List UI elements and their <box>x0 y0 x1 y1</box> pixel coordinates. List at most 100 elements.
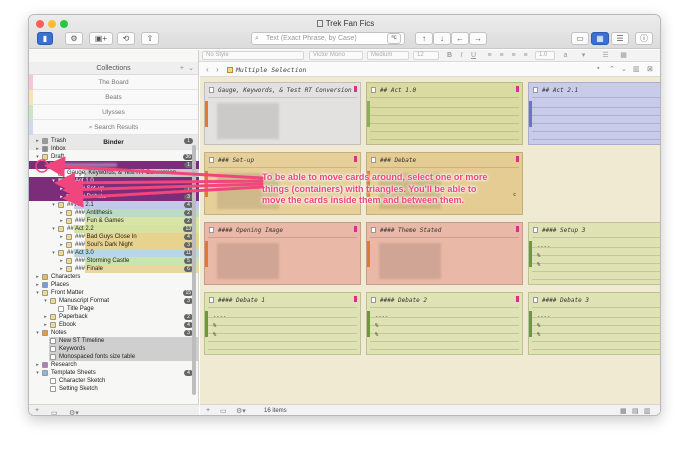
collection-tab[interactable]: Ulysses <box>29 105 198 120</box>
disclosure-open-icon[interactable]: ▾ <box>50 201 57 209</box>
binder-item-template-sheets[interactable]: ▾ Template Sheets 4 <box>29 369 199 377</box>
disclosure-open-icon[interactable]: ▾ <box>42 161 49 169</box>
binder-item-new-st-timeline[interactable]: New ST Timeline <box>29 337 199 345</box>
binder-item-notes[interactable]: ▾ Notes 3 <box>29 329 199 337</box>
binder-item-character-sketch[interactable]: Character Sketch <box>29 377 199 385</box>
add-folder-card-button[interactable]: ▭ <box>220 407 227 415</box>
binder-item-inbox[interactable]: ▸ Inbox <box>29 145 199 153</box>
align-left-button[interactable]: ≡ <box>485 51 494 60</box>
binder-item-antithesis[interactable]: ▸ ### Antithesis 2 <box>29 209 199 217</box>
index-card[interactable]: ## Act 2.1 <box>528 82 660 145</box>
binder-item-draft[interactable]: ▾ Draft 36 <box>29 153 199 161</box>
index-card[interactable]: #### Debate 3 ---- % % <box>528 292 660 355</box>
binder-item-trash[interactable]: ▸ Trash 1 <box>29 137 199 145</box>
binder-item-storming-castle[interactable]: ▸ ### Storming Castle 5 <box>29 257 199 265</box>
disclosure-closed-icon[interactable]: ▸ <box>34 361 41 369</box>
disclosure-open-icon[interactable]: ▾ <box>34 289 41 297</box>
add-collection-button[interactable]: + <box>180 62 184 75</box>
binder-item-characters[interactable]: ▸ Characters <box>29 273 199 281</box>
disclosure-closed-icon[interactable]: ▸ <box>58 217 65 225</box>
style-select[interactable]: No Style <box>202 51 304 60</box>
collection-tab[interactable]: The Board <box>29 75 198 90</box>
settings-button[interactable]: ⚙ <box>65 32 83 45</box>
binder-item-ebook[interactable]: ▸ Ebook 4 <box>29 321 199 329</box>
binder-item-front-matter[interactable]: ▾ Front Matter 15 <box>29 289 199 297</box>
outline-view-button[interactable]: ☰ <box>611 32 629 45</box>
disclosure-closed-icon[interactable]: ▸ <box>58 185 65 193</box>
binder-item-container[interactable]: ▾ 1 <box>29 161 199 169</box>
index-card[interactable]: #### Setup 3 ---- % % <box>528 222 660 285</box>
list-button[interactable]: ☰ <box>601 51 610 60</box>
disclosure-open-icon[interactable]: ▾ <box>50 225 57 233</box>
disclosure-open-icon[interactable]: ▾ <box>34 329 41 337</box>
corkboard-view-button[interactable]: ▦ <box>591 32 609 45</box>
next-item-button[interactable]: ⌄ <box>621 65 627 73</box>
index-card[interactable]: #### Theme Stated <box>366 222 523 285</box>
font-select[interactable]: Victor Mono <box>309 51 363 60</box>
bold-button[interactable]: B <box>445 51 454 60</box>
freeform-mode-button[interactable]: ▤ <box>632 407 639 415</box>
justify-button[interactable]: ≡ <box>521 51 530 60</box>
binder-item-fun-games[interactable]: ▸ ### Fun & Games 2 <box>29 217 199 225</box>
binder-item-set-up[interactable]: ▸ ### Set-up 7 <box>29 185 199 193</box>
align-right-button[interactable]: ≡ <box>509 51 518 60</box>
search-options-button[interactable]: ᵃᴄ <box>387 33 401 44</box>
font-weight-select[interactable]: Medium <box>367 51 409 60</box>
disclosure-closed-icon[interactable]: ▸ <box>34 273 41 281</box>
split-editor-button[interactable]: ▥ <box>633 65 640 73</box>
label-view-button[interactable]: ▥ <box>644 407 651 415</box>
close-editor-button[interactable]: ⊠ <box>647 65 653 73</box>
collection-tab[interactable]: Beats <box>29 90 198 105</box>
binder-item-finale[interactable]: ▸ ### Finale 6 <box>29 265 199 273</box>
move-up-button[interactable]: ↑ <box>415 32 433 45</box>
binder-item-debate[interactable]: ▸ ### Debate 3 <box>29 193 199 201</box>
binder-item-act-2-1[interactable]: ▾ ## Act 2.1 4 <box>29 201 199 209</box>
move-left-button[interactable]: ← <box>451 32 469 45</box>
index-card[interactable]: #### Opening Image <box>204 222 361 285</box>
italic-button[interactable]: I <box>457 51 466 60</box>
collection-tab[interactable]: ⌕ Search Results <box>29 120 198 135</box>
binder-item-act-2-2[interactable]: ▾ ## Act 2.2 13 <box>29 225 199 233</box>
index-card[interactable]: #### Debate 2 ---- % % <box>366 292 523 355</box>
binder-item-title-page[interactable]: Title Page <box>29 305 199 313</box>
share-button[interactable]: ⇧ <box>141 32 159 45</box>
compile-button[interactable]: ⟲ <box>117 32 135 45</box>
binder-toggle-button[interactable]: ▮ <box>37 32 53 45</box>
highlight-button[interactable]: ▾ <box>579 51 588 60</box>
binder-item-research[interactable]: ▸ Research <box>29 361 199 369</box>
scrivenings-view-button[interactable]: ▭ <box>571 32 589 45</box>
forward-button[interactable]: › <box>216 65 219 74</box>
disclosure-closed-icon[interactable]: ▸ <box>42 321 49 329</box>
move-right-button[interactable]: → <box>469 32 487 45</box>
binder-item-act-3-0[interactable]: ▾ ## Act 3.0 11 <box>29 249 199 257</box>
align-center-button[interactable]: ≡ <box>497 51 506 60</box>
binder-item-bad-guys[interactable]: ▸ ### Bad Guys Close In 4 <box>29 233 199 241</box>
disclosure-closed-icon[interactable]: ▸ <box>58 233 65 241</box>
binder-item-keywords[interactable]: Keywords <box>29 345 199 353</box>
corkboard-settings-button[interactable]: ⚙▾ <box>236 407 246 415</box>
index-card[interactable]: ## Act 1.0 <box>366 82 523 145</box>
binder-item-act-1-0[interactable]: ▾ ## Act 1.0 <box>29 177 199 185</box>
binder-item-paperback[interactable]: ▸ Paperback 2 <box>29 313 199 321</box>
binder-item-places[interactable]: ▸ Places <box>29 281 199 289</box>
disclosure-open-icon[interactable]: ▾ <box>50 249 57 257</box>
disclosure-closed-icon[interactable]: ▸ <box>34 137 41 145</box>
move-down-button[interactable]: ↓ <box>433 32 451 45</box>
disclosure-open-icon[interactable]: ▾ <box>42 297 49 305</box>
disclosure-closed-icon[interactable]: ▸ <box>42 313 49 321</box>
bookmark-button[interactable]: ▪ <box>597 65 599 72</box>
text-color-button[interactable]: a <box>561 51 570 60</box>
search-field[interactable]: ⌕ Text (Exact Phrase, by Case) <box>251 32 405 45</box>
add-button[interactable]: ▣+ <box>89 32 113 45</box>
disclosure-closed-icon[interactable]: ▸ <box>34 145 41 153</box>
disclosure-closed-icon[interactable]: ▸ <box>58 209 65 217</box>
add-item-button[interactable]: + <box>35 407 39 414</box>
back-button[interactable]: ‹ <box>206 65 209 74</box>
binder-item-setting-sketch[interactable]: Setting Sketch <box>29 385 199 393</box>
disclosure-closed-icon[interactable]: ▸ <box>58 257 65 265</box>
grid-mode-button[interactable]: ▦ <box>620 407 627 415</box>
disclosure-open-icon[interactable]: ▾ <box>34 153 41 161</box>
inspector-button[interactable]: ⓘ <box>635 32 653 45</box>
disclosure-open-icon[interactable]: ▾ <box>34 369 41 377</box>
line-spacing-select[interactable]: 1.0 <box>535 51 555 60</box>
